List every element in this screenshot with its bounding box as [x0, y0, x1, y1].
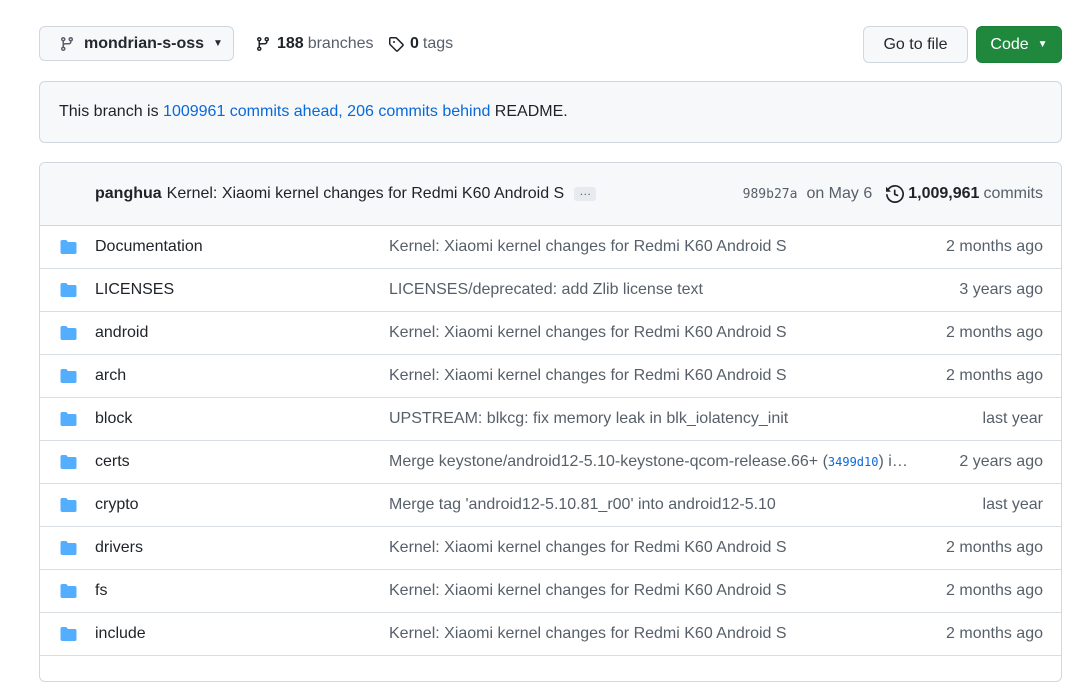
file-list: panghua Kernel: Xiaomi kernel changes fo… [39, 162, 1062, 682]
file-commit-age: last year [982, 496, 1043, 513]
file-row[interactable]: LICENSES LICENSES/deprecated: add Zlib l… [40, 269, 1061, 312]
folder-icon [60, 584, 77, 598]
file-commit-age: last year [982, 410, 1043, 427]
file-name[interactable]: android [95, 312, 148, 354]
code-button[interactable]: Code ▼ [976, 26, 1062, 63]
file-commit-age: 2 months ago [946, 539, 1043, 556]
commits-ahead-link[interactable]: 1009961 commits ahead, [163, 103, 343, 121]
latest-commit-bar: panghua Kernel: Xiaomi kernel changes fo… [40, 163, 1061, 226]
file-row[interactable]: block UPSTREAM: blkcg: fix memory leak i… [40, 398, 1061, 441]
file-name[interactable]: drivers [95, 527, 143, 569]
file-commit-age: 2 years ago [959, 453, 1043, 470]
commits-label: commits [983, 185, 1043, 202]
commit-sha[interactable]: 989b27a [743, 187, 798, 202]
file-commit-age: 3 years ago [959, 281, 1043, 298]
git-branch-icon [256, 36, 269, 51]
commits-behind-link[interactable]: 206 commits behind [347, 103, 490, 121]
folder-icon [60, 283, 77, 297]
folder-icon [60, 455, 77, 469]
file-commit-age: 2 months ago [946, 625, 1043, 642]
repo-file-browser: mondrian-s-oss ▼ 188 branches 0 tags Go … [0, 0, 1080, 682]
file-row[interactable]: fs Kernel: Xiaomi kernel changes for Red… [40, 570, 1061, 613]
file-commit-message-text[interactable]: Merge keystone/android12-5.10-keystone-q… [389, 453, 828, 470]
file-name[interactable]: LICENSES [95, 269, 174, 311]
tags-label: tags [422, 34, 454, 52]
commit-message[interactable]: Kernel: Xiaomi kernel changes for Redmi … [167, 185, 565, 203]
file-commit-message[interactable]: LICENSES/deprecated: add Zlib license te… [389, 269, 703, 311]
file-commit-message[interactable]: Kernel: Xiaomi kernel changes for Redmi … [389, 355, 787, 397]
go-to-file-button[interactable]: Go to file [863, 26, 968, 63]
file-row[interactable]: certs Merge keystone/android12-5.10-keys… [40, 441, 1061, 484]
folder-icon [60, 412, 77, 426]
file-name[interactable]: crypto [95, 484, 139, 526]
branch-name: mondrian-s-oss [84, 34, 205, 52]
branches-count: 188 [277, 34, 304, 52]
file-row[interactable]: android Kernel: Xiaomi kernel changes fo… [40, 312, 1061, 355]
file-commit-message[interactable]: Merge keystone/android12-5.10-keystone-q… [389, 441, 908, 483]
commits-count: 1,009,961 [908, 185, 980, 202]
file-name[interactable]: fs [95, 570, 107, 612]
git-branch-icon [60, 36, 73, 51]
folder-icon [60, 326, 77, 340]
file-commit-age: 2 months ago [946, 324, 1043, 341]
file-commit-message[interactable]: Kernel: Xiaomi kernel changes for Redmi … [389, 613, 787, 655]
file-row[interactable]: Documentation Kernel: Xiaomi kernel chan… [40, 226, 1061, 269]
folder-icon [60, 369, 77, 383]
branches-link[interactable]: 188 branches [255, 26, 374, 61]
file-row[interactable]: drivers Kernel: Xiaomi kernel changes fo… [40, 527, 1061, 570]
chevron-down-icon: ▼ [213, 38, 223, 49]
file-commit-message[interactable]: Kernel: Xiaomi kernel changes for Redmi … [389, 527, 787, 569]
file-rows: Documentation Kernel: Xiaomi kernel chan… [40, 226, 1061, 656]
code-button-label: Code [990, 35, 1029, 53]
file-commit-message[interactable]: Merge tag 'android12-5.10.81_r00' into a… [389, 484, 776, 526]
commit-meta: 989b27a on May 6 1,009,961 commits [743, 163, 1043, 225]
branches-label: branches [307, 34, 374, 52]
file-name[interactable]: include [95, 613, 146, 655]
branch-comparison-banner: This branch is 1009961 commits ahead, 20… [39, 81, 1062, 143]
file-row[interactable]: arch Kernel: Xiaomi kernel changes for R… [40, 355, 1061, 398]
file-commit-message[interactable]: Kernel: Xiaomi kernel changes for Redmi … [389, 226, 787, 268]
file-commit-message-tail: ) i… [878, 453, 908, 470]
tags-link[interactable]: 0 tags [388, 26, 453, 61]
file-commit-age: 2 months ago [946, 582, 1043, 599]
file-commit-message[interactable]: UPSTREAM: blkcg: fix memory leak in blk_… [389, 398, 788, 440]
tag-icon [389, 36, 404, 52]
folder-icon [60, 541, 77, 555]
folder-icon [60, 240, 77, 254]
file-commit-age: 2 months ago [946, 238, 1043, 255]
branch-selector-button[interactable]: mondrian-s-oss ▼ [39, 26, 234, 61]
commit-history-link[interactable]: 1,009,961 commits [886, 185, 1043, 203]
file-name[interactable]: block [95, 398, 132, 440]
banner-suffix: README. [490, 103, 568, 120]
file-commit-age: 2 months ago [946, 367, 1043, 384]
commit-hash-link[interactable]: 3499d10 [828, 455, 879, 469]
file-row[interactable]: crypto Merge tag 'android12-5.10.81_r00'… [40, 484, 1061, 527]
file-name[interactable]: certs [95, 441, 130, 483]
file-commit-message[interactable]: Kernel: Xiaomi kernel changes for Redmi … [389, 570, 787, 612]
expand-commit-button[interactable]: … [574, 185, 597, 201]
history-icon [886, 185, 905, 203]
latest-commit-summary: panghua Kernel: Xiaomi kernel changes fo… [95, 163, 597, 225]
chevron-down-icon: ▼ [1037, 39, 1048, 50]
commit-author[interactable]: panghua [95, 185, 162, 203]
file-commit-message[interactable]: Kernel: Xiaomi kernel changes for Redmi … [389, 312, 787, 354]
tags-count: 0 [410, 34, 419, 52]
banner-prefix: This branch is [59, 103, 164, 120]
repo-toolbar: mondrian-s-oss ▼ 188 branches 0 tags Go … [39, 26, 1062, 63]
folder-icon [60, 498, 77, 512]
commit-date: on May 6 [806, 185, 873, 202]
file-row[interactable]: include Kernel: Xiaomi kernel changes fo… [40, 613, 1061, 656]
file-name[interactable]: arch [95, 355, 126, 397]
folder-icon [60, 627, 77, 641]
file-name[interactable]: Documentation [95, 226, 203, 268]
